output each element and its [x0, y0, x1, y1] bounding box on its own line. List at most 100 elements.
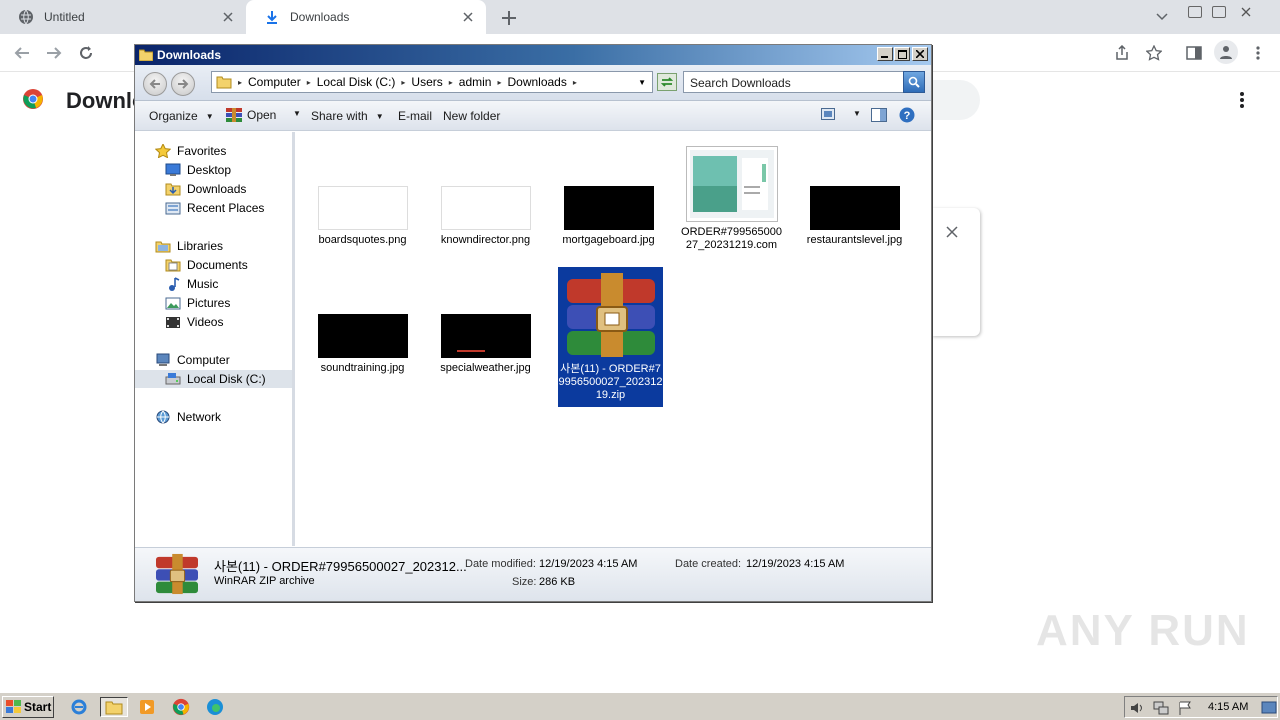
chevron-down-icon[interactable] — [1152, 7, 1172, 27]
nav-favorites[interactable]: Favorites — [135, 142, 292, 160]
document-thumbnail — [685, 146, 778, 222]
file-item[interactable]: specialweather.jpg — [433, 314, 538, 375]
window-title: Downloads — [157, 48, 222, 62]
pictures-icon — [165, 297, 181, 310]
tab-downloads[interactable]: Downloads — [246, 0, 486, 34]
file-item[interactable]: soundtraining.jpg — [310, 314, 415, 375]
new-tab-button[interactable] — [498, 7, 520, 29]
close-icon[interactable] — [460, 9, 476, 25]
side-panel-icon[interactable] — [1184, 43, 1204, 63]
internet-explorer-icon[interactable] — [68, 697, 90, 717]
nav-downloads[interactable]: Downloads — [135, 180, 292, 198]
nav-desktop[interactable]: Desktop — [135, 161, 292, 179]
image-thumbnail — [440, 186, 531, 230]
volume-icon[interactable] — [1129, 700, 1145, 716]
file-item[interactable]: boardsquotes.png — [310, 186, 415, 247]
breadcrumb-downloads[interactable]: Downloads ▸ — [507, 75, 582, 89]
new-folder-button[interactable]: New folder — [443, 109, 500, 123]
window-titlebar[interactable]: Downloads — [135, 45, 931, 65]
file-item[interactable]: ORDER#79956500027_20231219.com — [679, 146, 784, 252]
browser-tabstrip: Untitled Downloads — [0, 0, 1280, 34]
nav-computer[interactable]: Computer — [135, 351, 292, 369]
file-item[interactable]: restaurantslevel.jpg — [802, 186, 907, 247]
nav-network[interactable]: Network — [135, 408, 292, 426]
computer-icon — [156, 353, 170, 366]
chevron-down-icon[interactable]: ▼ — [638, 78, 646, 87]
show-desktop-icon[interactable] — [1261, 701, 1277, 715]
details-file-type: WinRAR ZIP archive — [214, 575, 315, 587]
star-icon[interactable] — [1144, 43, 1164, 63]
nav-music[interactable]: Music — [135, 275, 292, 293]
navigation-pane: Favorites Desktop Downloads Recent Place… — [135, 132, 295, 546]
breadcrumb-admin[interactable]: admin ▸ — [459, 75, 508, 89]
refresh-button[interactable] — [657, 73, 677, 91]
file-item[interactable]: knowndirector.png — [433, 186, 538, 247]
system-tray — [1124, 696, 1278, 718]
breadcrumb-local-disk[interactable]: Local Disk (C:) ▸ — [317, 75, 412, 89]
nav-local-disk[interactable]: Local Disk (C:) — [135, 370, 292, 388]
preview-pane-icon[interactable] — [871, 108, 887, 122]
explorer-taskbar-icon[interactable] — [100, 697, 128, 717]
open-button[interactable]: Open — [225, 107, 276, 123]
start-button[interactable]: Start — [2, 696, 54, 718]
organize-button[interactable]: Organize ▼ — [149, 109, 214, 123]
search-input[interactable]: Search Downloads — [683, 71, 925, 93]
forward-button[interactable] — [171, 72, 195, 96]
details-date-modified-label: Date modified: — [465, 558, 536, 570]
watermark: ANY RUN — [1036, 606, 1250, 655]
file-item[interactable]: mortgageboard.jpg — [556, 186, 661, 247]
email-button[interactable]: E-mail — [398, 109, 432, 123]
back-arrow-icon[interactable] — [12, 43, 32, 63]
close-icon[interactable] — [220, 9, 236, 25]
file-list: boardsquotes.png knowndirector.png mortg… — [298, 132, 931, 546]
taskbar: Start 4:15 AM — [0, 692, 1280, 720]
profile-avatar[interactable] — [1214, 40, 1238, 64]
flag-icon[interactable] — [1177, 700, 1193, 716]
downloads-folder-icon — [165, 183, 181, 196]
address-bar[interactable]: ▸ Computer ▸ Local Disk (C:) ▸ Users ▸ admi… — [211, 71, 653, 93]
menu-dots-icon[interactable] — [1248, 43, 1268, 63]
details-pane: 사본(11) - ORDER#79956500027_202312... Win… — [135, 547, 931, 601]
nav-pictures[interactable]: Pictures — [135, 294, 292, 312]
back-button[interactable] — [143, 72, 167, 96]
desktop-icon — [165, 163, 181, 176]
tab-untitled[interactable]: Untitled — [0, 0, 246, 34]
nav-recent-places[interactable]: Recent Places — [135, 199, 292, 217]
windows-logo-icon — [6, 700, 21, 713]
close-button[interactable] — [912, 47, 928, 61]
minimize-button[interactable] — [1188, 6, 1202, 18]
nav-documents[interactable]: Documents — [135, 256, 292, 274]
forward-arrow-icon[interactable] — [44, 43, 64, 63]
view-options-icon[interactable] — [821, 108, 835, 120]
nav-videos[interactable]: Videos — [135, 313, 292, 331]
details-file-name: 사본(11) - ORDER#79956500027_202312... — [214, 559, 467, 574]
open-dropdown[interactable]: ▼ — [285, 109, 301, 118]
chrome-icon[interactable] — [170, 697, 192, 717]
more-options-icon[interactable] — [1240, 92, 1252, 110]
close-window-button[interactable] — [1240, 6, 1254, 18]
close-icon[interactable] — [946, 226, 962, 242]
svg-text:?: ? — [904, 110, 911, 122]
help-icon[interactable]: ? — [899, 107, 915, 123]
network-tray-icon[interactable] — [1153, 700, 1169, 716]
nav-libraries[interactable]: Libraries — [135, 237, 292, 255]
network-icon — [156, 410, 170, 424]
winrar-archive-icon — [156, 553, 198, 595]
view-dropdown[interactable]: ▼ — [845, 109, 861, 118]
media-player-icon[interactable] — [136, 697, 158, 717]
file-item-selected[interactable]: 사본(11) - ORDER#79956500027_20231219.zip — [558, 267, 663, 407]
share-icon[interactable] — [1112, 43, 1132, 63]
maximize-button[interactable] — [894, 47, 910, 61]
breadcrumb-computer[interactable]: Computer ▸ — [248, 75, 317, 89]
search-icon[interactable] — [903, 71, 925, 93]
command-bar: Organize ▼ Open ▼ Share with ▼ E-mail New … — [135, 101, 931, 131]
share-with-button[interactable]: Share with ▼ — [311, 109, 384, 123]
globe-icon — [19, 9, 33, 25]
minimize-button[interactable] — [877, 47, 893, 61]
image-thumbnail — [809, 186, 900, 230]
restore-button[interactable] — [1212, 6, 1226, 18]
breadcrumb-users[interactable]: Users ▸ — [411, 75, 458, 89]
edge-icon[interactable] — [204, 697, 226, 717]
reload-icon[interactable] — [76, 43, 96, 63]
details-date-created-label: Date created: — [675, 558, 742, 570]
